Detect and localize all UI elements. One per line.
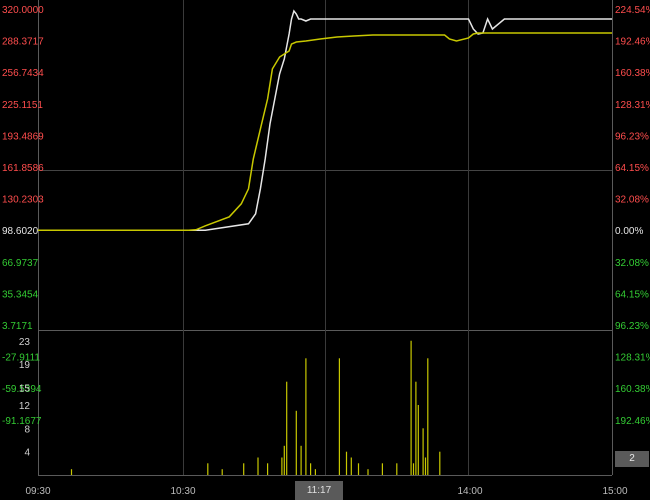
percent-axis: 224.54% 192.46% 160.38% 128.31% 96.23% 64.15%… (615, 5, 650, 427)
percent-tick-label: 192.46% (615, 37, 650, 48)
volume-tick-label: 19 (19, 360, 31, 371)
percent-tick-label: 96.23% (615, 131, 649, 142)
time-tick-label: 09:30 (25, 486, 50, 497)
percent-tick-label: 64.15% (615, 163, 649, 174)
volume-tick-label: 4 (24, 448, 30, 459)
volume-bars (70, 340, 441, 475)
price-tick-label: 193.4869 (2, 131, 44, 142)
percent-tick-label: 32.08% (615, 258, 649, 269)
percent-tick-label: 192.46% (615, 416, 650, 427)
volume-tick-label: 12 (19, 401, 31, 412)
price-tick-label: 35.3454 (2, 289, 39, 300)
percent-tick-label: 128.31% (615, 353, 650, 364)
price-tick-label: 288.3717 (2, 37, 44, 48)
price-tick-label: -91.1677 (2, 416, 42, 427)
time-tick-label: 10:30 (170, 486, 195, 497)
volume-tick-label: 8 (24, 424, 30, 435)
price-tick-label: 161.8586 (2, 163, 44, 174)
price-tick-label: 225.1151 (2, 100, 43, 111)
percent-tick-label: 160.38% (615, 68, 650, 79)
time-tick-label: 14:00 (457, 486, 482, 497)
time-tick-label: 15:00 (602, 486, 627, 497)
percent-tick-label: 32.08% (615, 195, 649, 206)
price-tick-label: 3.7171 (2, 321, 33, 332)
percent-tick-label: 128.31% (615, 100, 650, 111)
percent-tick-label: 160.38% (615, 384, 650, 395)
chart-frame (38, 0, 613, 476)
cursor-time-label: 11:17 (295, 481, 343, 500)
price-tick-label: 130.2303 (2, 195, 44, 206)
volume-tick-label: 15 (19, 384, 31, 395)
price-tick-label: 256.7434 (2, 68, 44, 79)
volume-badge: 2 (615, 451, 649, 467)
percent-tick-label: 0.00% (615, 226, 643, 237)
percent-tick-label: 224.54% (615, 5, 650, 16)
volume-tick-label: 23 (19, 337, 31, 348)
percent-tick-label: 64.15% (615, 289, 649, 300)
price-tick-label: 98.6020 (2, 226, 39, 237)
intraday-chart[interactable]: 320.0000 288.3717 256.7434 225.1151 193.4869… (0, 0, 650, 500)
price-tick-label: 320.0000 (2, 5, 44, 16)
percent-tick-label: 96.23% (615, 321, 649, 332)
price-tick-label: 66.9737 (2, 258, 39, 269)
